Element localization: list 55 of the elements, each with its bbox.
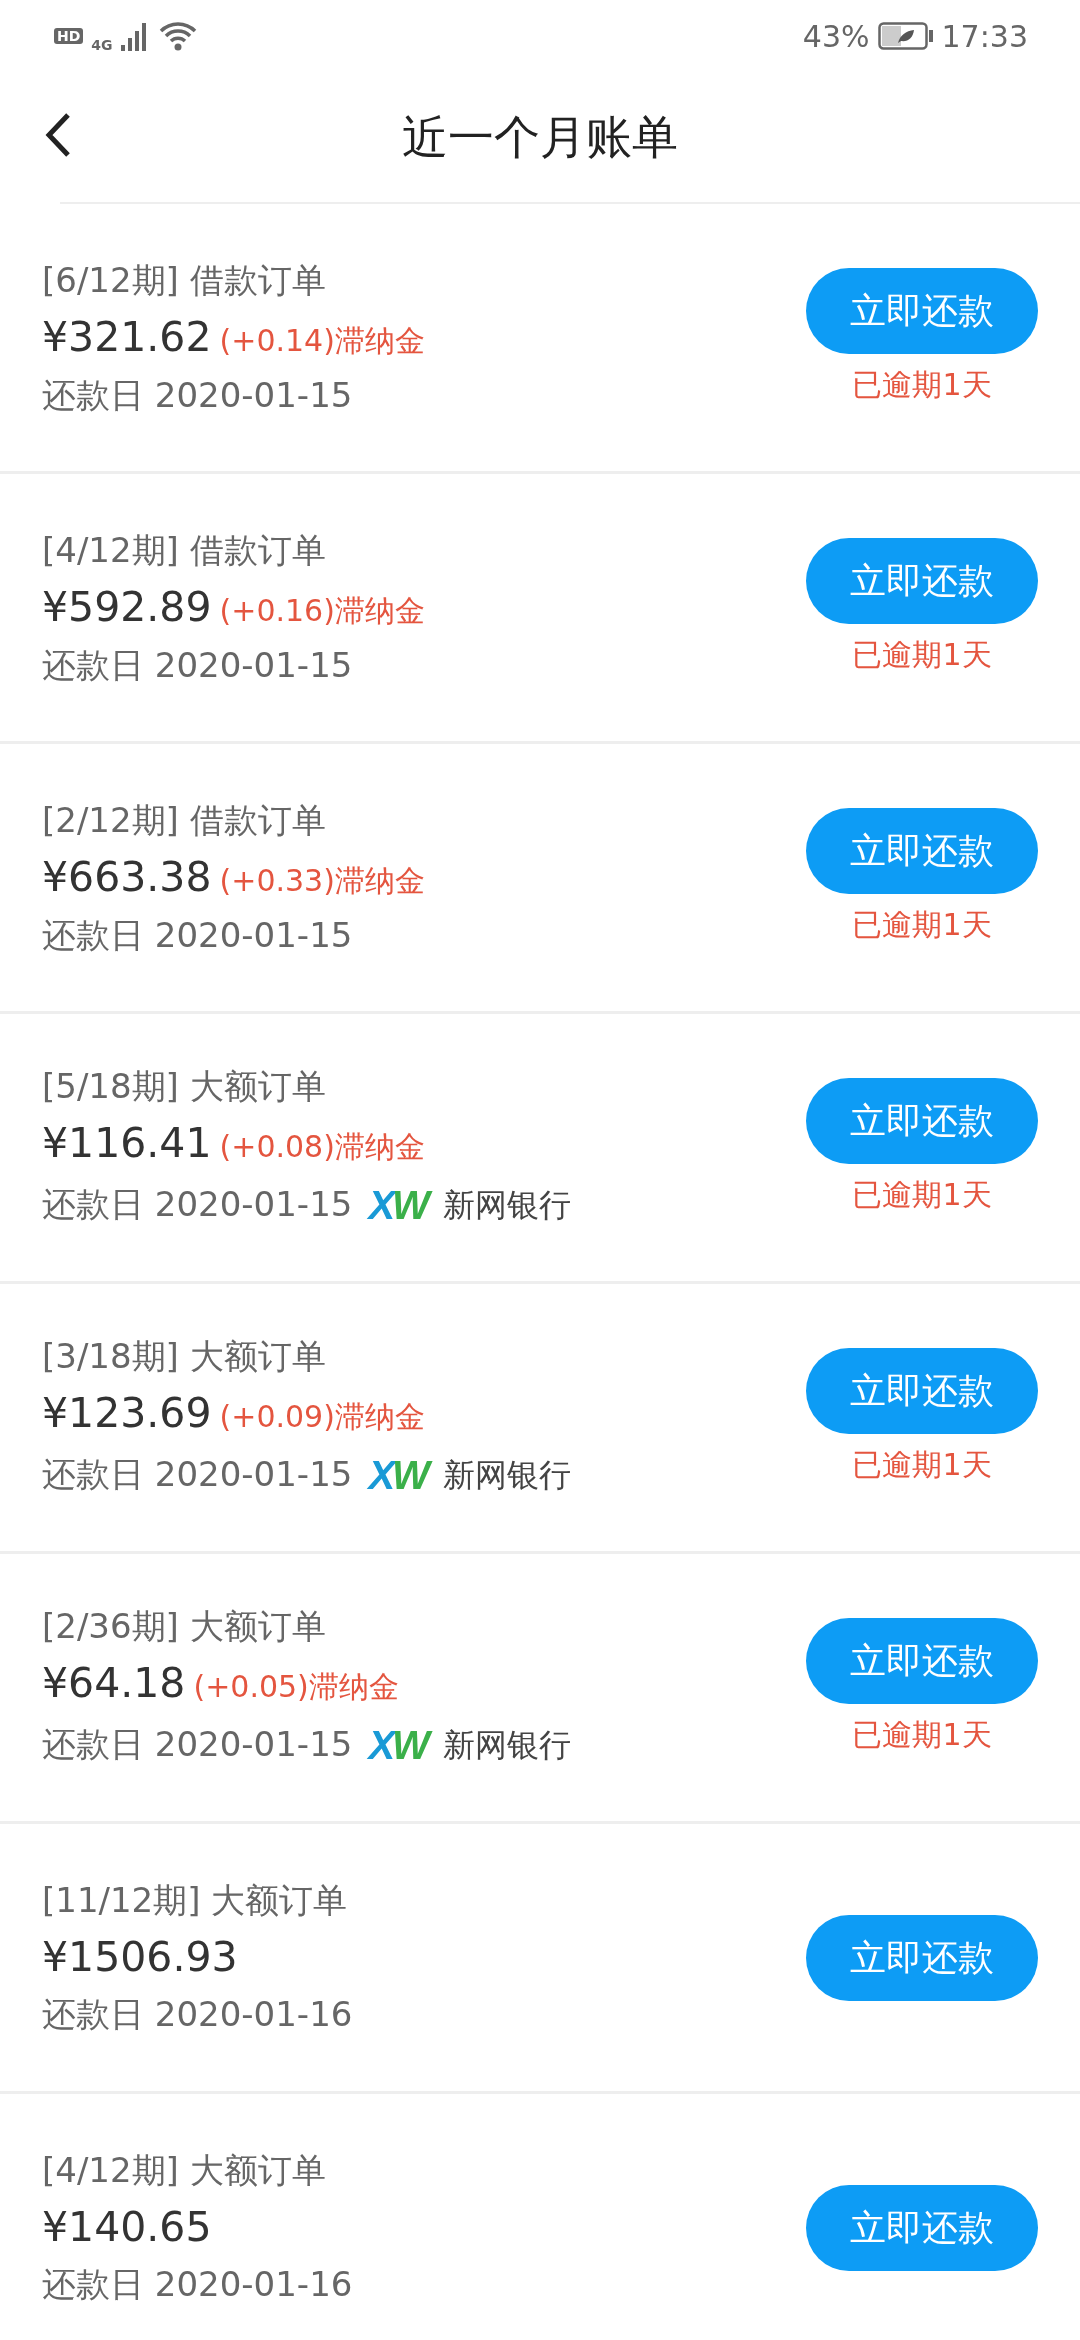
amount-text: ¥592.89 (42, 582, 212, 632)
bank-name: 新网银行 (442, 1184, 571, 1226)
amount-text: ¥140.65 (42, 2202, 212, 2253)
repay-button[interactable]: 立即还款 (806, 2184, 1038, 2271)
amount-text: ¥1506.93 (42, 1932, 238, 1983)
due-date-text: 还款日 2020-01-16 (42, 2264, 353, 2305)
order-period-label: [11/12期] 大额订单 (42, 1880, 348, 1921)
amount-text: ¥116.41 (42, 1118, 212, 1169)
overdue-status: 已逾期1天 (852, 1716, 992, 1754)
due-date-text: 还款日 2020-01-15 (42, 1724, 353, 1766)
order-period-label: [6/12期] 借款订单 (42, 259, 326, 301)
repay-button[interactable]: 立即还款 (806, 1914, 1038, 2001)
late-fee-text: (+0.33)滞纳金 (219, 861, 425, 900)
order-period-label: [4/12期] 大额订单 (42, 2150, 326, 2191)
repay-button[interactable]: 立即还款 (806, 1078, 1038, 1164)
late-fee-text: (+0.08)滞纳金 (219, 1127, 425, 1166)
battery-icon (877, 22, 934, 50)
late-fee-text: (+0.05)滞纳金 (193, 1667, 399, 1706)
repay-button[interactable]: 立即还款 (806, 268, 1038, 354)
hd-indicator: HD (54, 28, 84, 44)
clock-time: 17:33 (941, 17, 1028, 56)
due-date-text: 还款日 2020-01-15 (42, 644, 353, 686)
bank-name: 新网银行 (442, 1724, 571, 1766)
order-period-label: [2/36期] 大额订单 (42, 1606, 326, 1647)
due-date-text: 还款日 2020-01-15 (42, 914, 353, 956)
late-fee-text: (+0.09)滞纳金 (219, 1397, 425, 1436)
due-date-text: 还款日 2020-01-15 (42, 1184, 353, 1226)
amount-text: ¥321.62 (42, 312, 212, 362)
overdue-status: 已逾期1天 (852, 366, 992, 404)
order-period-label: [3/18期] 大额订单 (42, 1336, 326, 1377)
due-date-text: 还款日 2020-01-16 (42, 1994, 353, 2035)
late-fee-text: (+0.16)滞纳金 (219, 591, 425, 630)
network-type-label: 4G (91, 38, 113, 52)
repay-button[interactable]: 立即还款 (806, 538, 1038, 624)
order-period-label: [5/18期] 大额订单 (42, 1066, 326, 1107)
bank-name: 新网银行 (442, 1454, 571, 1496)
overdue-status: 已逾期1天 (852, 1446, 992, 1484)
late-fee-text: (+0.14)滞纳金 (219, 321, 425, 360)
repay-button[interactable]: 立即还款 (806, 1618, 1038, 1704)
amount-text: ¥663.38 (42, 852, 212, 902)
amount-text: ¥123.69 (42, 1388, 212, 1439)
repay-button[interactable]: 立即还款 (806, 808, 1038, 894)
page-title: 近一个月账单 (402, 108, 678, 166)
repay-button[interactable]: 立即还款 (806, 1348, 1038, 1434)
due-date-text: 还款日 2020-01-15 (42, 374, 353, 416)
overdue-status: 已逾期1天 (852, 906, 992, 944)
order-period-label: [2/12期] 借款订单 (42, 799, 326, 841)
back-button[interactable] (44, 112, 72, 158)
overdue-status: 已逾期1天 (852, 636, 992, 674)
amount-text: ¥64.18 (42, 1658, 186, 1709)
due-date-text: 还款日 2020-01-15 (42, 1454, 353, 1496)
wifi-icon (158, 20, 197, 52)
overdue-status: 已逾期1天 (852, 1176, 992, 1214)
battery-percent: 43% (802, 17, 870, 56)
order-period-label: [4/12期] 借款订单 (42, 529, 326, 571)
